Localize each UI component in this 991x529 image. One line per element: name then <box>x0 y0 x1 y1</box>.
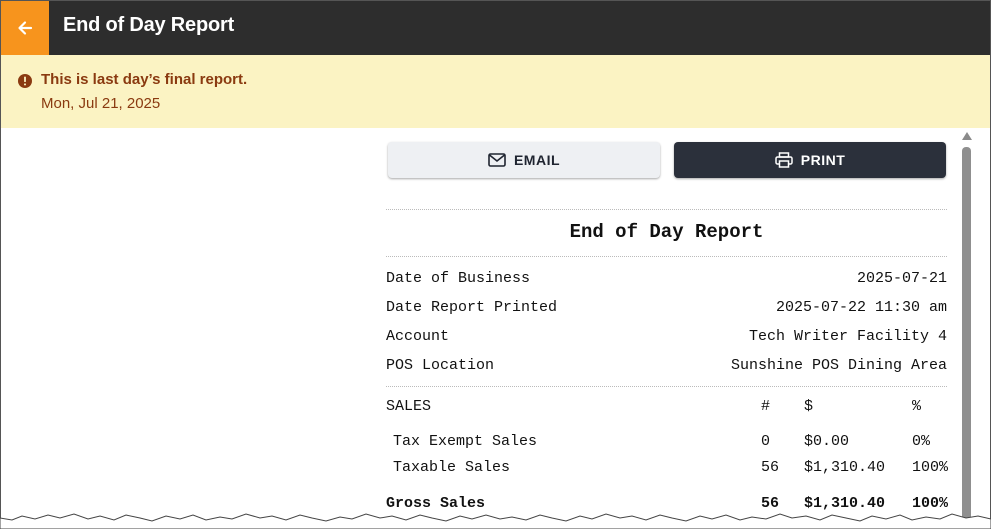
app-header: End of Day Report <box>1 1 990 55</box>
info-value: Sunshine POS Dining Area <box>730 357 947 374</box>
sales-row-amount: $0.00 <box>804 433 850 450</box>
sales-row-label: Tax Exempt Sales <box>393 433 538 450</box>
info-row-pos-location: POS Location Sunshine POS Dining Area <box>386 351 947 380</box>
email-button[interactable]: EMAIL <box>388 142 660 178</box>
info-label: POS Location <box>386 357 495 374</box>
info-value: Tech Writer Facility 4 <box>748 328 947 345</box>
print-button-label: PRINT <box>800 152 846 168</box>
scroll-up-arrow-icon[interactable] <box>962 132 972 140</box>
page-title: End of Day Report <box>63 14 235 36</box>
sales-row-label: Taxable Sales <box>393 459 511 476</box>
banner-message: This is last day’s final report. <box>41 71 248 88</box>
sales-row-taxable: Taxable Sales 56 $1,310.40 100% <box>386 455 949 481</box>
report-body: End of Day Report Date of Business 2025-… <box>386 209 949 517</box>
info-label: Date of Business <box>386 270 531 287</box>
sales-row-tax-exempt: Tax Exempt Sales 0 $0.00 0% <box>386 429 947 455</box>
sales-row-count: 0 <box>761 433 771 450</box>
app-window: End of Day Report This is last day’s fin… <box>0 0 991 529</box>
sales-header-label: SALES <box>386 398 432 415</box>
sales-row-count: 56 <box>761 459 780 476</box>
info-row-account: Account Tech Writer Facility 4 <box>386 322 947 351</box>
report-title: End of Day Report <box>569 221 764 243</box>
divider <box>386 386 947 387</box>
info-row-date-of-business: Date of Business 2025-07-21 <box>386 264 947 293</box>
info-value: 2025-07-21 <box>856 270 947 287</box>
envelope-icon <box>488 153 506 167</box>
email-button-label: EMAIL <box>513 152 561 168</box>
sales-row-amount: $1,310.40 <box>804 459 886 476</box>
banner-date: Mon, Jul 21, 2025 <box>41 95 161 112</box>
scrollbar-thumb[interactable] <box>962 147 971 528</box>
info-row-date-printed: Date Report Printed 2025-07-22 11:30 am <box>386 293 947 322</box>
info-label: Account <box>386 328 450 345</box>
sales-header-percent: % <box>912 398 922 415</box>
final-report-banner: This is last day’s final report. Mon, Ju… <box>1 55 990 128</box>
sales-row-percent: 100% <box>912 459 949 476</box>
torn-edge <box>0 513 991 529</box>
arrow-left-icon <box>18 21 33 35</box>
sales-row-percent: 0% <box>912 433 931 450</box>
info-label: Date Report Printed <box>386 299 558 316</box>
sales-header-count: # <box>761 398 771 415</box>
printer-icon <box>775 152 793 168</box>
sales-header-row: SALES # $ % <box>386 393 947 429</box>
print-button[interactable]: PRINT <box>674 142 946 178</box>
back-button[interactable] <box>1 1 49 55</box>
alert-circle-icon <box>18 74 32 88</box>
info-value: 2025-07-22 11:30 am <box>775 299 947 316</box>
sales-header-amount: $ <box>804 398 814 415</box>
